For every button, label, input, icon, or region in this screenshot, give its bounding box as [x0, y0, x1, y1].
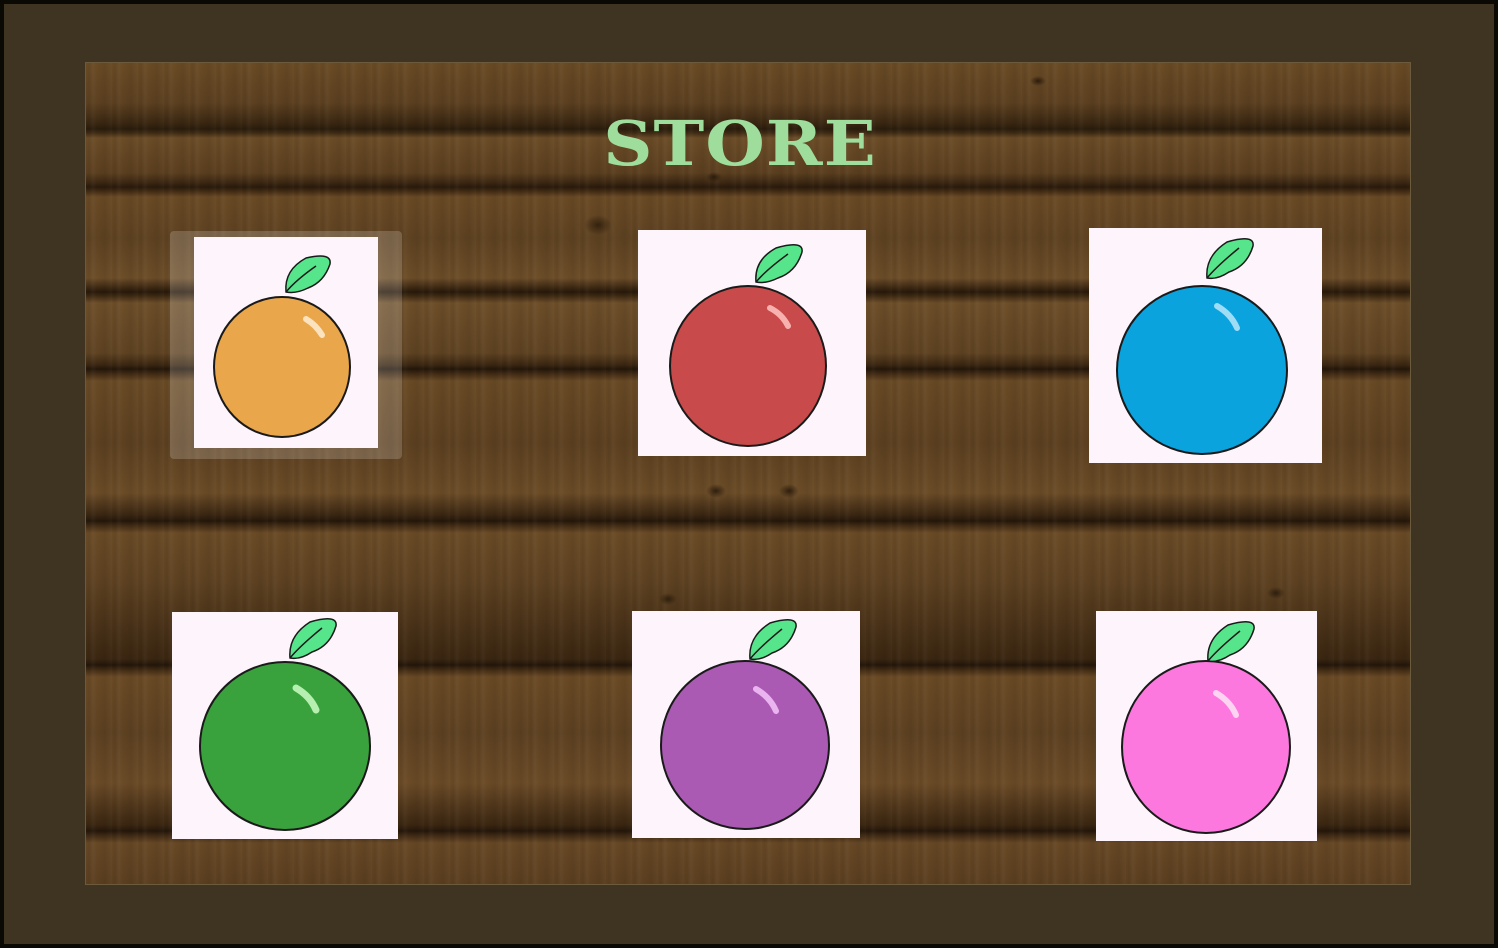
- orange-fruit-icon: [213, 255, 351, 438]
- store-item-blue[interactable]: [1089, 228, 1322, 463]
- store-item-green[interactable]: [172, 612, 398, 839]
- store-item-purple[interactable]: [632, 611, 860, 838]
- green-fruit-icon: [199, 618, 371, 831]
- pink-fruit-icon: [1121, 621, 1291, 834]
- store-item-orange[interactable]: [194, 237, 378, 448]
- red-fruit-icon: [669, 244, 827, 447]
- purple-fruit-icon: [660, 619, 830, 830]
- store-title: STORE: [603, 107, 877, 180]
- store-item-pink[interactable]: [1096, 611, 1317, 841]
- blue-fruit-icon: [1116, 238, 1288, 455]
- store-item-red[interactable]: [638, 230, 866, 456]
